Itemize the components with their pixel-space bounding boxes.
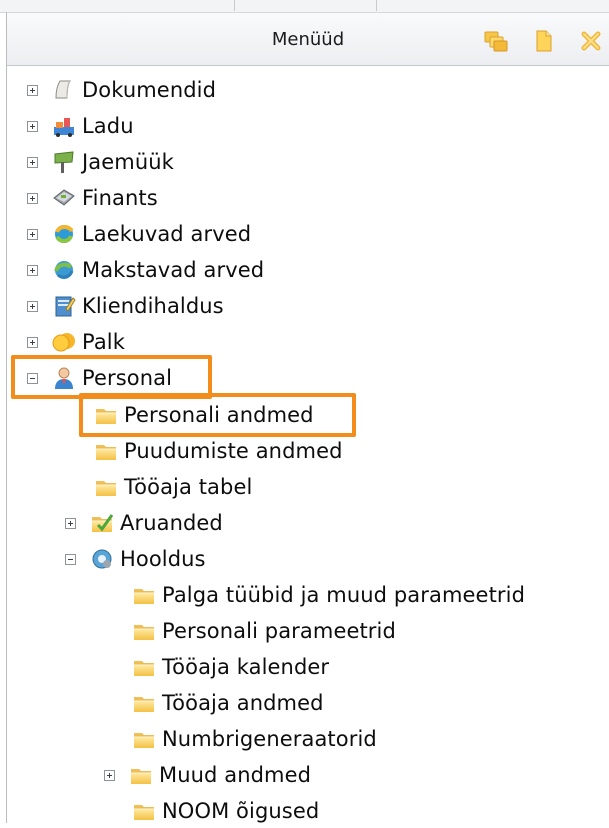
menu-header: Menüüd [7, 13, 609, 66]
tree-item-label: Aruanded [120, 511, 223, 535]
receivable-icon [55, 225, 74, 243]
tree-item-label: Finants [82, 186, 158, 210]
tree-item-jaemuuk[interactable]: Jaemüük [27, 145, 174, 179]
tree-item-label: NOOM õigused [162, 799, 320, 823]
tree-item-label: Laekuvad arved [82, 222, 252, 246]
tree-item-tooaja-andmed[interactable]: Tööaja andmed [132, 686, 324, 720]
folder-icon [132, 691, 156, 715]
expand-icon[interactable] [27, 228, 38, 240]
tree-item-laekuvad-arved[interactable]: Laekuvad arved [27, 217, 251, 251]
tree-item-label: Personali andmed [124, 403, 314, 427]
tree-item-kliendihaldus[interactable]: Kliendihaldus [27, 289, 224, 323]
tree-item-finants[interactable]: Finants [27, 181, 158, 215]
expand-icon[interactable] [27, 120, 38, 132]
tree-item-label: Personali parameetrid [162, 619, 396, 643]
warehouse-icon [54, 118, 74, 137]
tree-item-numbrigeneraatorid[interactable]: Numbrigeneraatorid [132, 722, 377, 756]
expand-icon[interactable] [27, 192, 38, 204]
tree-item-personali-andmed[interactable]: Personali andmed [94, 398, 314, 432]
tree-item-label: Hooldus [120, 547, 206, 571]
gear-icon [92, 549, 112, 569]
tree-item-makstavad-arved[interactable]: Makstavad arved [27, 253, 264, 287]
tree-item-tooaja-kalender[interactable]: Tööaja kalender [132, 650, 329, 684]
tree-item-palk[interactable]: Palk [27, 325, 125, 359]
header-title: Menüüd [271, 29, 345, 50]
tree-item-label: Tööaja kalender [162, 655, 330, 679]
folder-icon [132, 583, 156, 607]
tree-item-puudumiste-andmed[interactable]: Puudumiste andmed [94, 434, 343, 468]
expand-icon[interactable] [65, 517, 76, 529]
tree-item-label: Palga tüübid ja muud parameetrid [162, 583, 526, 607]
tree-item-tooaja-tabel[interactable]: Tööaja tabel [94, 470, 252, 504]
tree-item-aruanded[interactable]: Aruanded [65, 506, 223, 540]
report-icon [90, 514, 114, 535]
collapse-icon[interactable] [27, 372, 38, 384]
salary-icon [52, 333, 75, 352]
customer-icon [55, 296, 76, 317]
tree-item-palga-tuubid[interactable]: Palga tüübid ja muud parameetrid [132, 578, 525, 612]
tree-item-label: Palk [82, 330, 125, 354]
expand-icon[interactable] [27, 156, 38, 168]
tree-item-label: Tööaja andmed [162, 691, 324, 715]
folder-icon [132, 727, 156, 751]
sign-icon [54, 151, 74, 173]
tree-item-label: Ladu [82, 114, 134, 138]
tree-item-label: Personal [82, 366, 173, 390]
tree-item-label: Tööaja tabel [124, 475, 253, 499]
tree-item-label: Puudumiste andmed [124, 439, 343, 463]
tree-item-ladu[interactable]: Ladu [27, 109, 134, 143]
expand-icon[interactable] [27, 264, 38, 276]
tree-item-dokumendid[interactable]: Dokumendid [27, 73, 216, 107]
folder-icon [132, 799, 156, 823]
tree-item-label: Dokumendid [82, 78, 217, 102]
payable-icon [54, 261, 74, 279]
strip-separator [376, 0, 377, 11]
folder-icon [132, 619, 156, 643]
folder-icon [132, 655, 156, 679]
tree-item-label: Kliendihaldus [82, 294, 224, 318]
tree-item-hooldus[interactable]: Hooldus [65, 542, 206, 576]
folder-icon [129, 763, 153, 787]
tree-item-personal[interactable]: Personal [27, 361, 172, 395]
tree-item-label: Muud andmed [159, 763, 312, 787]
finance-icon [53, 189, 75, 206]
folder-icon[interactable] [531, 29, 557, 53]
collapse-icon[interactable] [65, 553, 76, 565]
close-icon[interactable] [579, 29, 605, 53]
folders-icon[interactable] [483, 29, 509, 53]
tree-item-label: Makstavad arved [82, 258, 265, 282]
tree-item-label: Jaemüük [82, 150, 174, 174]
expand-icon[interactable] [27, 300, 38, 312]
tree-item-personali-parameetrid[interactable]: Personali parameetrid [132, 614, 396, 648]
person-icon [55, 367, 73, 389]
folder-icon [94, 439, 118, 463]
folder-icon [94, 475, 118, 499]
tree-item-muud-andmed[interactable]: Muud andmed [104, 758, 311, 792]
strip-separator [234, 0, 235, 11]
tree-item-label: Numbrigeneraatorid [162, 727, 377, 751]
folder-icon [94, 403, 118, 427]
expand-icon[interactable] [27, 84, 38, 96]
document-icon [55, 80, 71, 99]
expand-icon[interactable] [27, 336, 38, 348]
expand-icon[interactable] [104, 769, 115, 781]
menu-tree: Dokumendid Ladu Jaemüük Finants Laekuvad… [0, 66, 609, 823]
top-strip [0, 0, 609, 13]
